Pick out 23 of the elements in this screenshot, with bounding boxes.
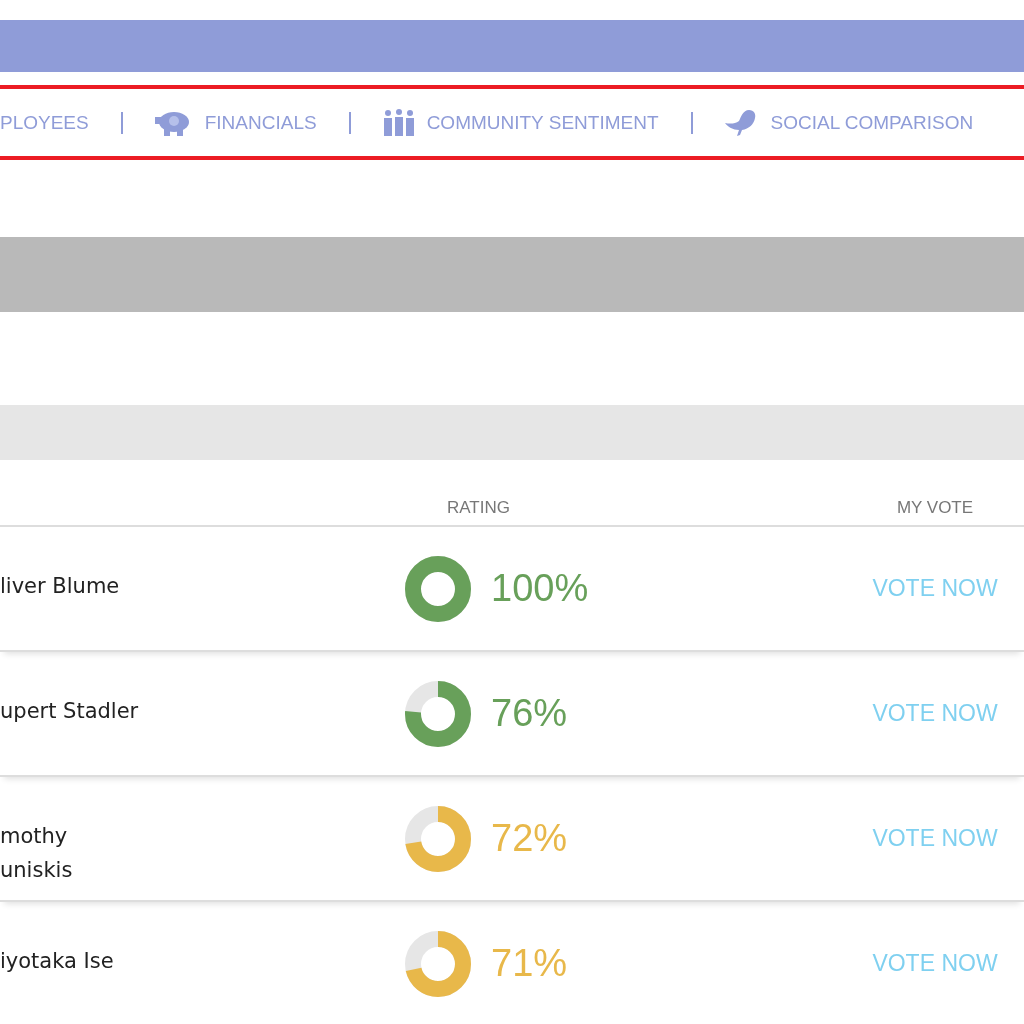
vote-link[interactable]: VOTE NOW <box>872 825 998 852</box>
person-name: upert Stadler <box>0 698 140 725</box>
rating-value: 72% <box>491 817 568 860</box>
nav-link[interactable]: FINANCIALS <box>154 108 317 137</box>
person-name: iyotaka Ise <box>0 948 115 975</box>
nav-link[interactable]: PLOYEES <box>0 111 89 134</box>
people-icon <box>382 108 415 137</box>
donut-chart-icon <box>405 805 471 872</box>
rating-value: 76% <box>491 692 568 735</box>
rating-value: 71% <box>491 942 568 985</box>
column-header: MY VOTE <box>895 497 975 518</box>
person-name: mothy uniskis <box>0 823 74 884</box>
donut-chart-icon <box>405 680 471 747</box>
nav-link[interactable]: SOCIAL COMPARISON <box>724 107 974 138</box>
donut-chart-icon <box>405 930 471 997</box>
nav-link[interactable]: COMMUNITY SENTIMENT <box>382 108 659 137</box>
person-name: liver Blume <box>0 573 121 600</box>
rating-value: 100% <box>491 567 589 610</box>
vote-link[interactable]: VOTE NOW <box>872 950 998 977</box>
column-header: RATING <box>446 497 511 518</box>
vote-link[interactable]: VOTE NOW <box>872 575 998 602</box>
donut-chart-icon <box>405 555 471 622</box>
vote-link[interactable]: VOTE NOW <box>872 700 998 727</box>
